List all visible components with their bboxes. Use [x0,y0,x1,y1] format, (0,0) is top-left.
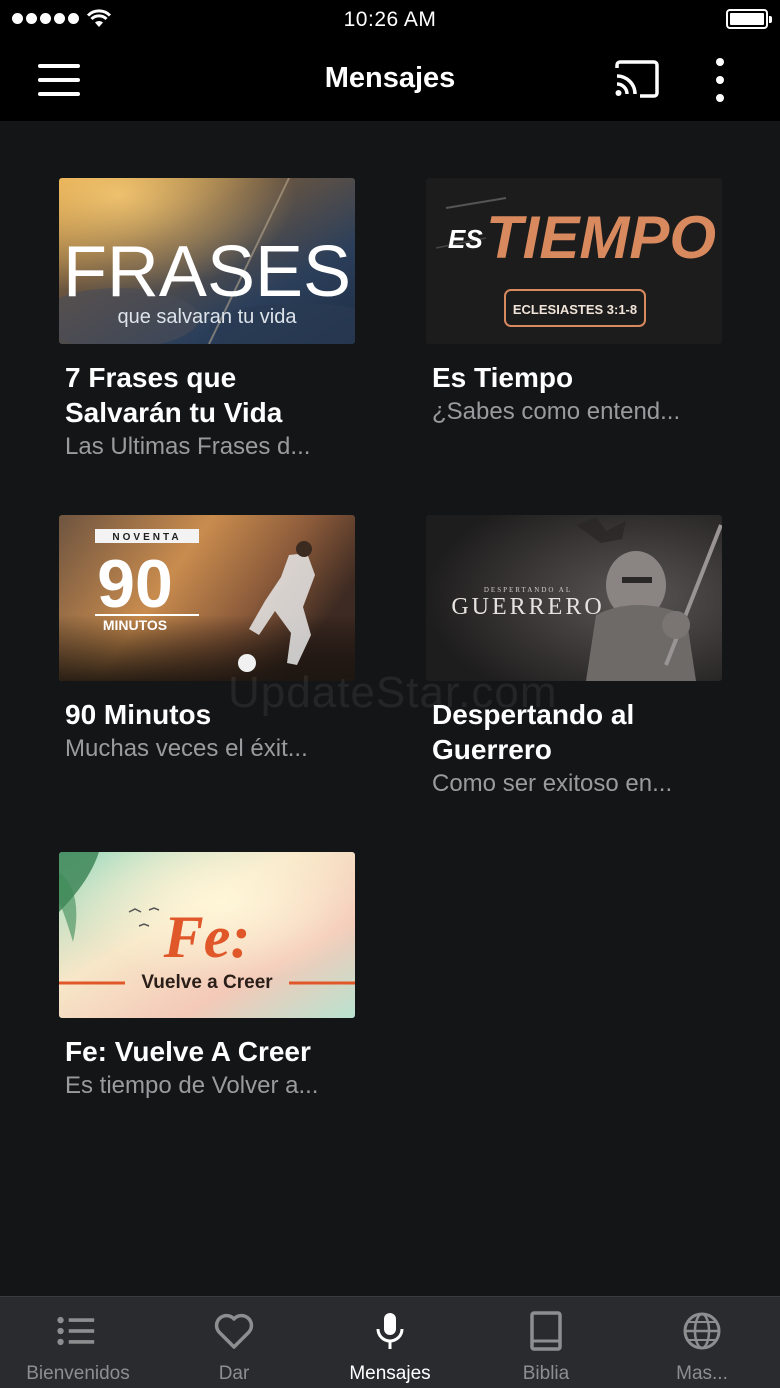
tab-mas[interactable]: Mas... [624,1297,780,1388]
tab-label: Dar [218,1363,250,1384]
message-subtitle: Es tiempo de Volver a... [65,1072,319,1099]
bottom-tab-bar: Bienvenidos Dar Mensajes Biblia Mas... [0,1296,780,1388]
message-thumbnail[interactable]: FRASES que salvaran tu vida [59,178,355,344]
thumb-text: TIEMPO [486,204,716,271]
message-thumbnail[interactable]: Fe: Vuelve a Creer [59,852,355,1018]
status-time: 10:26 AM [343,8,437,31]
thumb-text: NOVENTA [112,532,181,543]
message-title: 90 Minutos [65,699,212,730]
microphone-icon [376,1313,404,1349]
thumb-text: MINUTOS [103,617,167,633]
tab-bienvenidos[interactable]: Bienvenidos [0,1297,156,1388]
tab-biblia[interactable]: Biblia [468,1297,624,1388]
tab-label: Bienvenidos [26,1363,130,1384]
tab-label: Biblia [522,1363,570,1384]
message-subtitle: Las Ultimas Frases d... [65,433,311,460]
message-thumbnail[interactable]: DESPERTANDO AL GUERRERO [426,515,722,681]
thumb-text: 90 [97,546,173,622]
thumb-text: que salvaran tu vida [117,306,297,328]
thumb-text: ES [448,224,483,254]
message-title: 7 Frases que Salvarán tu Vida [65,362,283,428]
message-title: Fe: Vuelve A Creer [65,1036,311,1067]
thumb-text: Fe: [163,904,251,970]
thumb-text: FRASES [63,232,351,312]
status-bar: 10:26 AM [0,0,780,40]
thumb-text: Vuelve a Creer [141,972,273,993]
tab-mensajes[interactable]: Mensajes [312,1297,468,1388]
message-thumbnail[interactable]: ES TIEMPO ECLESIASTES 3:1-8 [426,178,722,344]
cast-icon[interactable] [614,60,660,98]
message-card[interactable]: Fe: Vuelve a Creer Fe: Vuelve A Creer Es… [59,852,355,1103]
message-subtitle: Muchas veces el éxit... [65,735,308,762]
globe-icon [683,1312,721,1350]
list-icon [57,1316,95,1346]
message-subtitle: Como ser exitoso en... [432,770,673,797]
message-thumbnail[interactable]: NOVENTA 90 MINUTOS [59,515,355,681]
message-title: Despertando al Guerrero [432,699,635,765]
book-icon [530,1311,562,1351]
message-card[interactable]: ES TIEMPO ECLESIASTES 3:1-8 Es Tiempo ¿S… [426,178,722,429]
message-card[interactable]: FRASES que salvaran tu vida 7 Frases que… [59,178,355,464]
app-bar: Mensajes [0,40,780,121]
tab-label: Mas... [676,1363,728,1384]
message-title: Es Tiempo [432,362,574,393]
thumb-text: DESPERTANDO AL [484,586,572,594]
more-options-icon[interactable] [714,58,726,102]
message-subtitle: ¿Sabes como entend... [432,398,681,425]
thumb-text: GUERRERO [451,594,604,620]
thumb-text: ECLESIASTES 3:1-8 [513,302,637,317]
tab-label: Mensajes [349,1363,431,1384]
battery-icon [726,9,772,29]
message-card[interactable]: NOVENTA 90 MINUTOS 90 Minutos Muchas vec… [59,515,355,766]
page-title: Mensajes [324,62,456,94]
heart-icon [214,1313,254,1349]
tab-dar[interactable]: Dar [156,1297,312,1388]
message-card[interactable]: DESPERTANDO AL GUERRERO Despertando al G… [426,515,722,801]
